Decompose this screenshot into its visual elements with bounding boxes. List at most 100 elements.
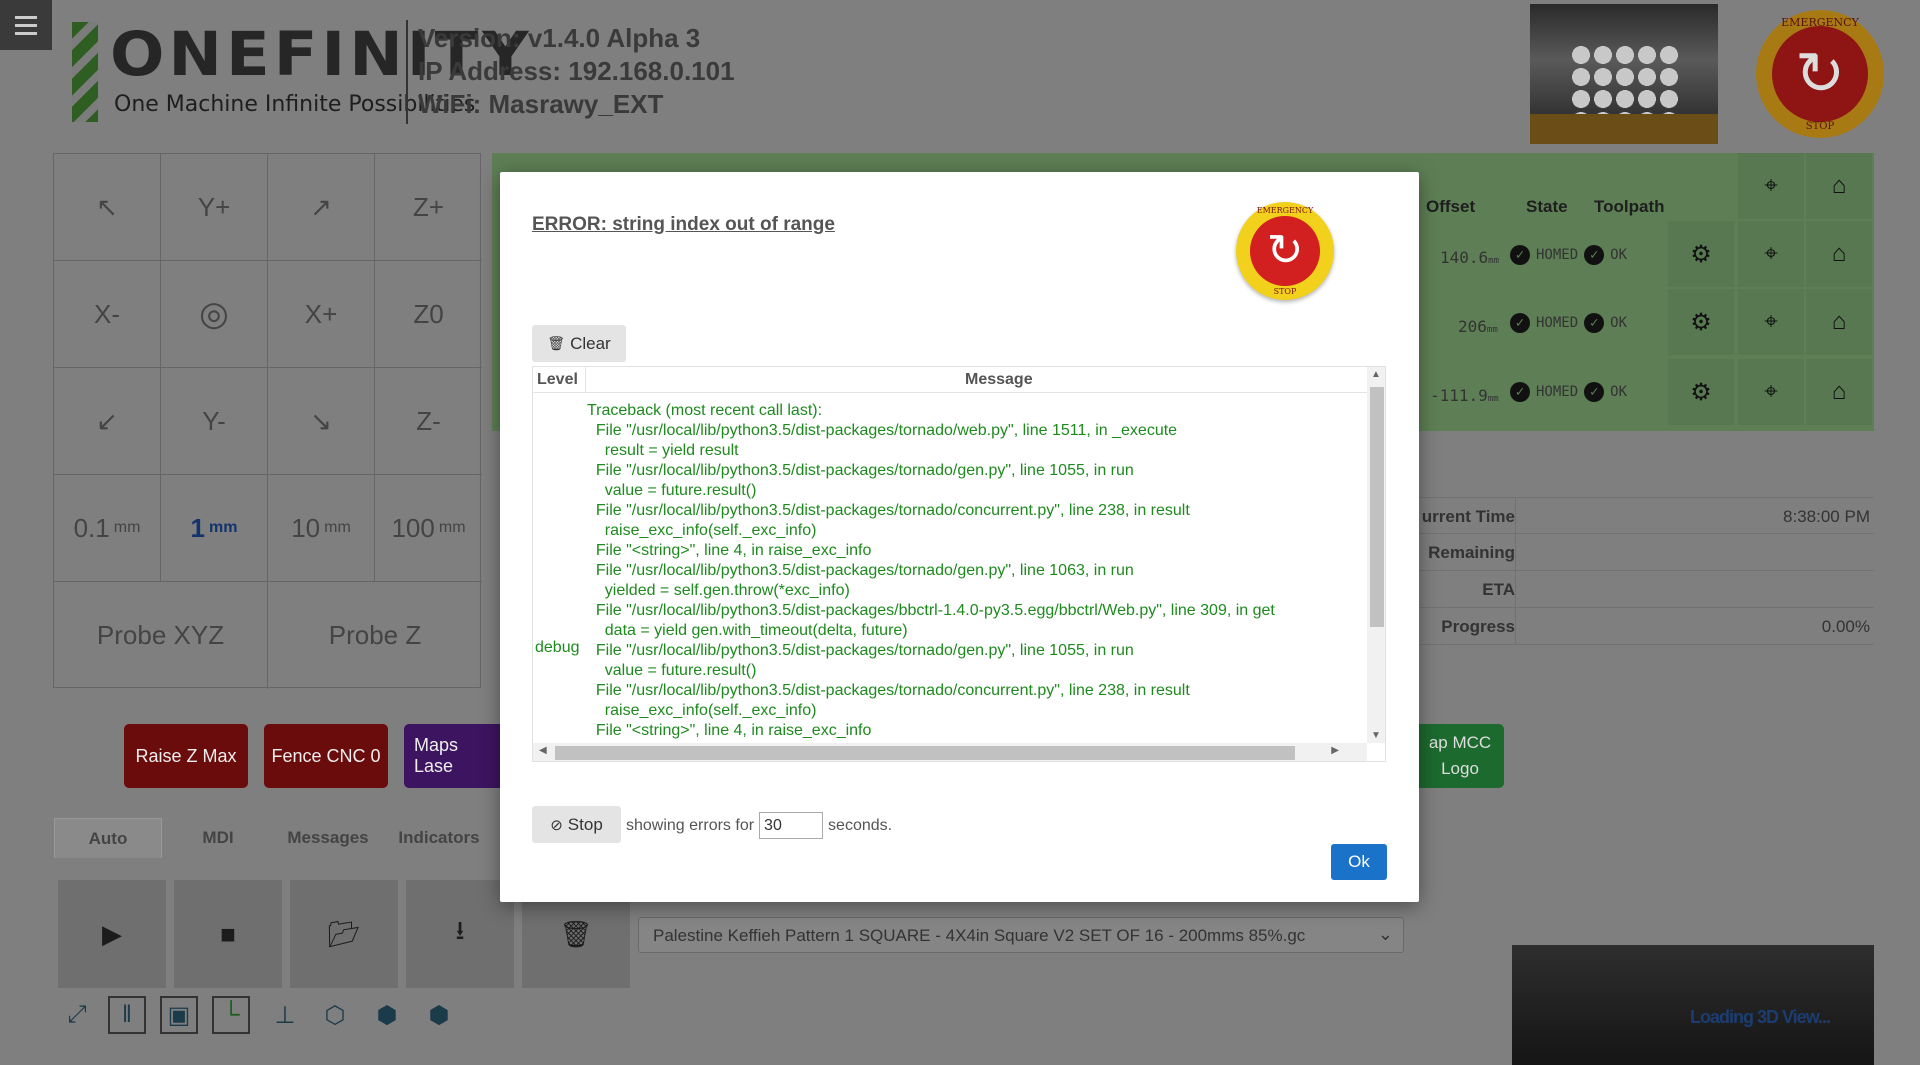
jog-xplus-button[interactable]: X+ (268, 261, 375, 368)
step-100mm-button[interactable]: 100 mm (375, 475, 482, 582)
state-header: State (1526, 197, 1568, 216)
axis-set-position-button[interactable]: ⌖ (1738, 289, 1804, 355)
jog-yplus-button[interactable]: Y+ (161, 154, 268, 261)
axis-set-position-button[interactable]: ⌖ (1738, 221, 1804, 287)
play-button[interactable]: ▶ (58, 880, 166, 988)
fullscreen-icon[interactable]: ⤢ (58, 996, 96, 1034)
arrow-up-left-icon: ↖ (96, 191, 118, 222)
probe-z-button[interactable]: Probe Z (268, 582, 482, 689)
axis-set-position-button[interactable]: ⌖ (1738, 359, 1804, 425)
tab-auto[interactable]: Auto (54, 818, 162, 858)
menu-button[interactable] (0, 0, 52, 50)
set-position-all-button[interactable]: ⌖ (1738, 153, 1804, 219)
axis-home-button[interactable]: ⌂ (1806, 221, 1872, 287)
version-text: Version: v1.4.0 Alpha 3 (418, 23, 701, 53)
ok-button[interactable]: Ok (1331, 844, 1387, 880)
estop-label-bottom: STOP (1273, 287, 1297, 296)
map-mcc-logo-button[interactable]: ap MCC Logo (1416, 724, 1504, 788)
trash-icon: 🗑︎ (559, 918, 593, 949)
jog-panel: ↖ Y+ ↗ Z+ X- ◎ X+ Z0 ↙ Y- ↘ Z- 0.1 mm 1 mm… (53, 153, 482, 689)
tab-messages[interactable]: Messages (274, 818, 382, 858)
check-icon: ✓ (1510, 382, 1530, 402)
raise-z-max-button[interactable]: Raise Z Max (124, 724, 248, 788)
tab-indicators[interactable]: Indicators (384, 818, 494, 858)
clear-button[interactable]: 🗑︎ Clear (532, 325, 626, 362)
axis-settings-button[interactable]: ⚙ (1668, 289, 1734, 355)
stop-showing-button[interactable]: ⊘ Stop (532, 806, 621, 843)
jog-zminus-button[interactable]: Z- (375, 368, 482, 475)
file-select[interactable]: Palestine Keffieh Pattern 1 SQUARE - 4X4… (638, 917, 1404, 953)
axes-view-icon[interactable]: └ (212, 996, 250, 1034)
jog-zzero-button[interactable]: Z0 (375, 261, 482, 368)
message-log[interactable]: Level Message debug Traceback (most rece… (532, 366, 1386, 762)
jog-xminus-yplus-button[interactable]: ↖ (54, 154, 161, 261)
camera-feed[interactable] (1530, 4, 1718, 144)
scroll-left-icon[interactable]: ◀ (539, 745, 547, 756)
scroll-thumb[interactable] (555, 746, 1295, 760)
step-0-1mm-button[interactable]: 0.1 mm (54, 475, 161, 582)
scroll-up-icon[interactable]: ▲ (1371, 369, 1381, 380)
horizontal-scrollbar[interactable]: ◀ ▶ (533, 743, 1367, 761)
dialog-estop-button[interactable]: EMERGENCY ↻ STOP (1236, 202, 1334, 300)
3d-view[interactable]: Loading 3D View... (1512, 945, 1874, 1065)
check-icon: ✓ (1584, 245, 1605, 265)
download-button[interactable]: ⭳ (406, 880, 514, 988)
map-pin-icon: ⌖ (1764, 240, 1778, 267)
arrow-up-right-icon: ↗ (310, 191, 332, 222)
seconds-input[interactable] (759, 812, 824, 839)
jog-xplus-yplus-button[interactable]: ↗ (268, 154, 375, 261)
showing-prefix: showing errors for (626, 816, 755, 834)
info-row: Progress 0.00% (1415, 608, 1874, 645)
step-unit: mm (324, 519, 351, 536)
axis-settings-button[interactable]: ⚙ (1668, 359, 1734, 425)
top-view-icon[interactable]: ⬢ (368, 996, 406, 1034)
axis-settings-button[interactable]: ⚙ (1668, 221, 1734, 287)
axis-home-button[interactable]: ⌂ (1806, 289, 1872, 355)
emergency-stop-button[interactable]: EMERGENCY ↻ STOP (1756, 10, 1884, 138)
home-icon: ⌂ (1831, 378, 1847, 405)
scroll-thumb[interactable] (1370, 387, 1384, 627)
bbox-view-icon[interactable]: ▣ (160, 996, 198, 1034)
estop-label-top: EMERGENCY (1781, 16, 1859, 29)
stop-program-button[interactable]: ■ (174, 880, 282, 988)
play-icon: ▶ (102, 918, 122, 949)
loading-3d-text: Loading 3D View... (1690, 1007, 1831, 1027)
maps-laser-button[interactable]: Maps Lase (404, 724, 500, 788)
axis-state: ✓ HOMED ✓ OK (1510, 313, 1627, 333)
trash-icon: 🗑︎ (547, 335, 566, 351)
jog-home-target-button[interactable]: ◎ (161, 261, 268, 368)
grid-view-icon[interactable]: ⊥ (266, 996, 304, 1034)
jog-xplus-yminus-button[interactable]: ↘ (268, 368, 375, 475)
jog-zplus-button[interactable]: Z+ (375, 154, 482, 261)
step-10mm-button[interactable]: 10 mm (268, 475, 375, 582)
dialog-title: ERROR: string index out of range (532, 214, 835, 235)
power-icon: ↻ (1250, 216, 1320, 286)
scroll-down-icon[interactable]: ▼ (1371, 730, 1381, 741)
vertical-scrollbar[interactable]: ▲ ▼ (1367, 367, 1385, 743)
jog-xminus-button[interactable]: X- (54, 261, 161, 368)
message-column-header: Message (965, 371, 1033, 388)
power-icon: ↻ (1772, 26, 1868, 122)
iso-view-icon[interactable]: ⬡ (316, 996, 354, 1034)
clear-label: Clear (570, 333, 611, 353)
scroll-right-icon[interactable]: ▶ (1331, 745, 1339, 756)
machine-info: Version: v1.4.0 Alpha 3 IP Address: 192.… (418, 22, 735, 121)
home-icon: ⌂ (1831, 172, 1847, 199)
estop-label-bottom: STOP (1805, 121, 1835, 132)
axis-home-button[interactable]: ⌂ (1806, 359, 1872, 425)
tool-view-icon[interactable]: ‖ (108, 996, 146, 1034)
tab-mdi[interactable]: MDI (164, 818, 272, 858)
open-file-button[interactable]: 📂︎ (290, 880, 398, 988)
error-dialog: ERROR: string index out of range EMERGEN… (500, 172, 1419, 902)
fence-cnc-button[interactable]: Fence CNC 0 (264, 724, 388, 788)
offset-header: Offset (1426, 197, 1476, 216)
home-all-button[interactable]: ⌂ (1806, 153, 1872, 219)
step-1mm-button[interactable]: 1 mm (161, 475, 268, 582)
logo-divider (406, 20, 408, 124)
jog-yminus-button[interactable]: Y- (161, 368, 268, 475)
front-view-icon[interactable]: ⬢ (420, 996, 458, 1034)
jog-xminus-yminus-button[interactable]: ↙ (54, 368, 161, 475)
probe-xyz-button[interactable]: Probe XYZ (54, 582, 268, 689)
axis-offset: 140.6mm (1440, 248, 1500, 267)
log-header: Level Message (533, 367, 1367, 393)
